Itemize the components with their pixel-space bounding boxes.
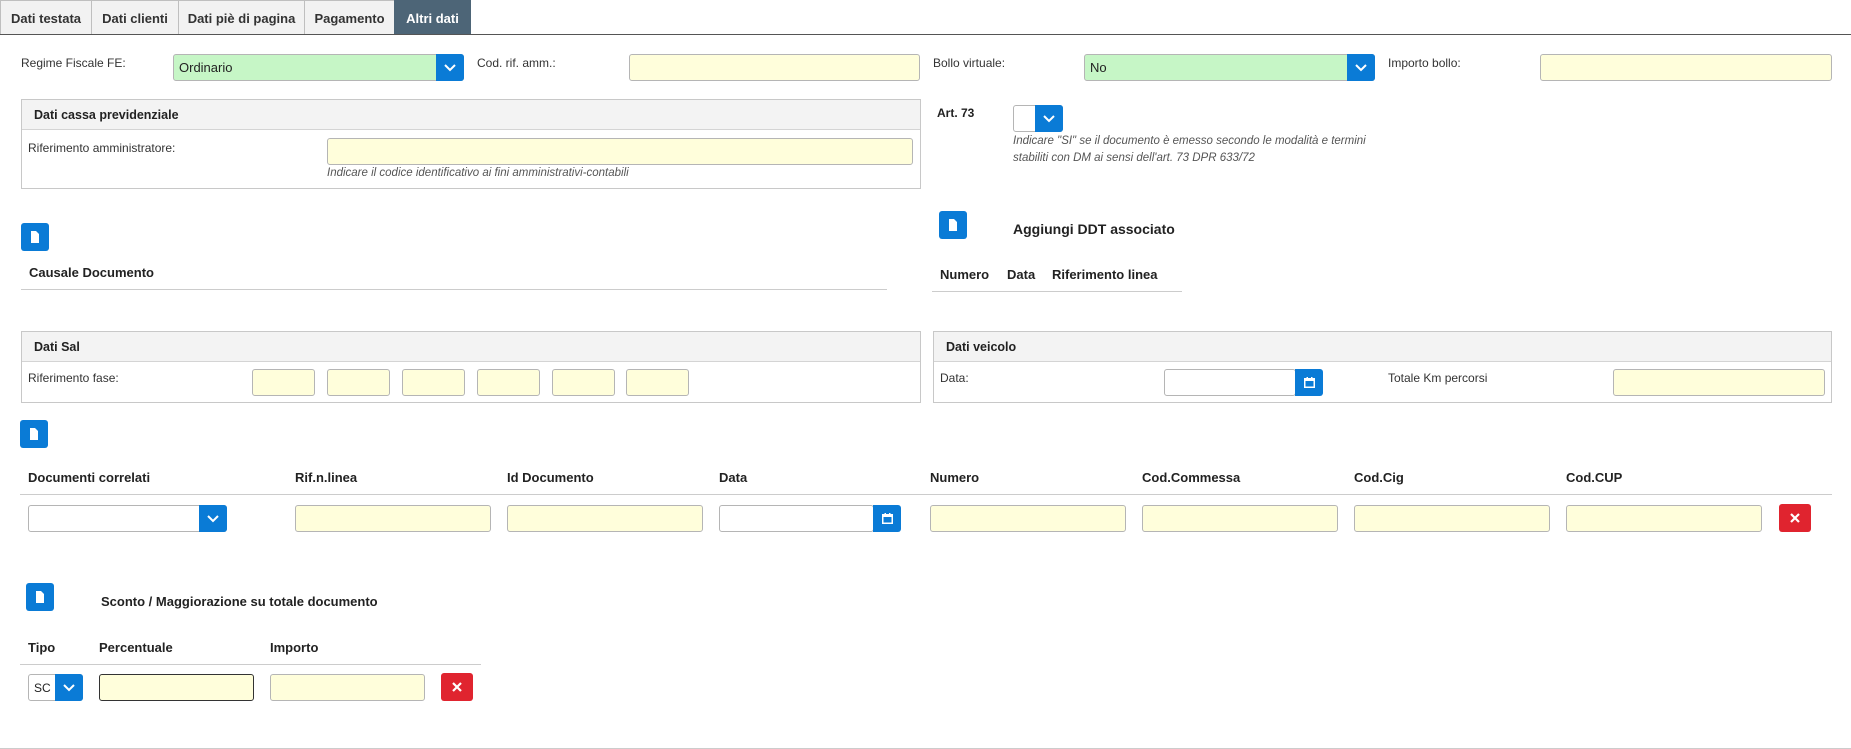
tab-dati-testata[interactable]: Dati testata xyxy=(0,0,92,35)
art73-hint-line2: stabiliti con DM ai sensi dell'art. 73 D… xyxy=(1013,152,1255,164)
tab-dati-pie-di-pagina[interactable]: Dati piè di pagina xyxy=(178,0,305,35)
tipo-select[interactable]: SC xyxy=(28,674,83,701)
veicolo-calendar-button[interactable] xyxy=(1295,369,1323,396)
correlati-divider xyxy=(20,494,1832,495)
sconto-col-percentuale: Percentuale xyxy=(99,640,173,655)
rif-fase-input-5[interactable] xyxy=(552,369,615,396)
bollo-select[interactable]: No xyxy=(1084,54,1375,81)
rif-amministratore-label: Riferimento amministratore: xyxy=(28,141,176,155)
importo-input[interactable] xyxy=(270,674,425,701)
cassa-title: Dati cassa previdenziale xyxy=(22,100,920,130)
rif-fase-input-3[interactable] xyxy=(402,369,465,396)
km-input[interactable] xyxy=(1613,369,1825,396)
add-causale-button[interactable] xyxy=(21,223,49,251)
add-ddt-button[interactable] xyxy=(939,211,967,239)
add-documento-correlato-button[interactable] xyxy=(20,420,48,448)
calendar-icon xyxy=(1303,377,1315,388)
regime-label: Regime Fiscale FE: xyxy=(21,56,126,70)
sconto-col-tipo: Tipo xyxy=(28,640,56,655)
sal-section: Dati Sal xyxy=(21,331,921,403)
chevron-down-icon[interactable] xyxy=(436,54,464,81)
document-icon xyxy=(36,591,44,603)
bollo-value: No xyxy=(1090,60,1107,75)
document-icon xyxy=(30,428,38,440)
causale-title: Causale Documento xyxy=(29,265,154,280)
numero-input[interactable] xyxy=(930,505,1126,532)
sconto-col-importo: Importo xyxy=(270,640,319,655)
sconto-title: Sconto / Maggiorazione su totale documen… xyxy=(101,594,378,609)
chevron-down-icon[interactable] xyxy=(55,674,83,701)
regime-value: Ordinario xyxy=(179,60,233,75)
documenti-correlati-select[interactable] xyxy=(28,505,227,532)
tab-pagamento[interactable]: Pagamento xyxy=(304,0,395,35)
col-data: Data xyxy=(719,470,748,485)
veicolo-data-input[interactable] xyxy=(1164,369,1296,396)
cod-rif-input[interactable] xyxy=(629,54,920,81)
rif-fase-input-4[interactable] xyxy=(477,369,540,396)
veicolo-title: Dati veicolo xyxy=(934,332,1831,362)
tab-altri-dati[interactable]: Altri dati xyxy=(394,0,471,35)
bollo-label: Bollo virtuale: xyxy=(933,56,1006,70)
col-rif-n-linea: Rif.n.linea xyxy=(295,470,358,485)
delete-sconto-button[interactable] xyxy=(441,673,473,701)
art73-label: Art. 73 xyxy=(937,106,975,120)
cod-cup-input[interactable] xyxy=(1566,505,1762,532)
add-sconto-button[interactable] xyxy=(26,583,54,611)
col-cod-commessa: Cod.Commessa xyxy=(1142,470,1241,485)
rif-n-linea-input[interactable] xyxy=(295,505,491,532)
ddt-col-data: Data xyxy=(1007,267,1036,282)
veicolo-data-label: Data: xyxy=(940,371,969,385)
close-icon xyxy=(452,682,462,692)
importo-bollo-label: Importo bollo: xyxy=(1388,56,1461,70)
ddt-title: Aggiungi DDT associato xyxy=(1013,221,1175,237)
importo-bollo-input[interactable] xyxy=(1540,54,1832,81)
col-cod-cig: Cod.Cig xyxy=(1354,470,1404,485)
col-documenti-correlati: Documenti correlati xyxy=(28,470,151,485)
ddt-col-riferimento: Riferimento linea xyxy=(1052,267,1158,282)
rif-amministratore-input[interactable] xyxy=(327,138,913,165)
art73-hint-line1: Indicare "SI" se il documento è emesso s… xyxy=(1013,135,1366,147)
col-numero: Numero xyxy=(930,470,980,485)
ddt-col-numero: Numero xyxy=(940,267,990,282)
rif-fase-input-1[interactable] xyxy=(252,369,315,396)
tipo-value: SC xyxy=(34,680,51,695)
close-icon xyxy=(1790,513,1800,523)
chevron-down-icon[interactable] xyxy=(1347,54,1375,81)
rif-fase-label: Riferimento fase: xyxy=(28,371,119,385)
id-documento-input[interactable] xyxy=(507,505,703,532)
delete-correlato-button[interactable] xyxy=(1779,504,1811,532)
causale-divider xyxy=(21,289,887,290)
col-id-documento: Id Documento xyxy=(507,470,594,485)
tab-dati-clienti[interactable]: Dati clienti xyxy=(91,0,179,35)
col-cod-cup: Cod.CUP xyxy=(1566,470,1623,485)
rif-fase-input-6[interactable] xyxy=(626,369,689,396)
data-input[interactable] xyxy=(719,505,874,532)
rif-fase-input-2[interactable] xyxy=(327,369,390,396)
data-calendar-button[interactable] xyxy=(873,505,901,532)
cod-rif-label: Cod. rif. amm.: xyxy=(477,56,556,70)
document-icon xyxy=(31,231,39,243)
cod-cig-input[interactable] xyxy=(1354,505,1550,532)
ddt-divider xyxy=(932,291,1182,292)
regime-select[interactable]: Ordinario xyxy=(173,54,464,81)
cod-commessa-input[interactable] xyxy=(1142,505,1338,532)
calendar-icon xyxy=(881,513,893,524)
percentuale-input[interactable] xyxy=(99,674,254,701)
chevron-down-icon[interactable] xyxy=(1035,105,1063,132)
km-label: Totale Km percorsi xyxy=(1388,371,1488,385)
art73-select[interactable] xyxy=(1013,105,1063,132)
rif-amministratore-hint: Indicare il codice identificativo ai fin… xyxy=(327,167,629,179)
sconto-divider xyxy=(20,664,481,665)
chevron-down-icon[interactable] xyxy=(199,505,227,532)
document-icon xyxy=(949,219,957,231)
sal-title: Dati Sal xyxy=(22,332,920,362)
